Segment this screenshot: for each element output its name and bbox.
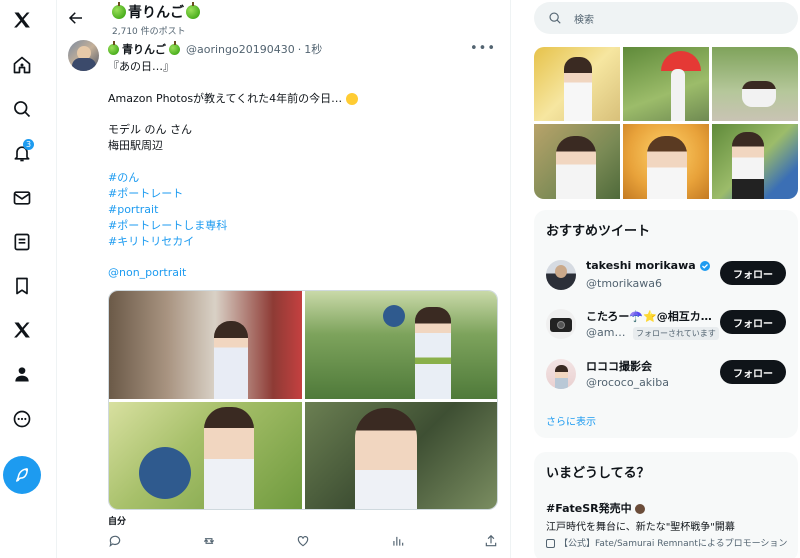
hashtag-link[interactable]: #ポートレート	[108, 186, 488, 202]
recommended-user[interactable]: takeshi morikawa @tmorikawa6 フォロー	[534, 254, 798, 300]
hashtag-link[interactable]: #portrait	[108, 202, 488, 218]
verified-badge-icon	[699, 260, 710, 271]
separator: ·	[297, 42, 302, 56]
tweet-actions	[101, 532, 501, 550]
avatar[interactable]	[68, 40, 99, 71]
recommended-user[interactable]: ロココ撮影会 @rococo_akiba フォロー	[534, 353, 798, 399]
divider	[510, 0, 511, 558]
show-more-link[interactable]: さらに表示	[546, 413, 596, 428]
left-nav: 3	[0, 0, 44, 558]
explore-icon[interactable]	[8, 95, 36, 123]
media-thumb[interactable]	[534, 47, 620, 121]
media-thumb[interactable]	[534, 124, 620, 199]
photo[interactable]	[109, 402, 302, 509]
follow-button[interactable]: フォロー	[720, 310, 786, 334]
recommended-title: おすすめツイート	[546, 224, 651, 239]
promoted-text: 【公式】Fate/Samurai Remnantによるプロモーション	[559, 539, 788, 549]
photo[interactable]	[305, 291, 497, 399]
tweet-author[interactable]: 青りんご @aoringo20190430 · 1秒	[108, 40, 323, 57]
notification-badge: 3	[23, 139, 34, 150]
reply-icon[interactable]	[106, 532, 124, 550]
follow-button[interactable]: フォロー	[720, 360, 786, 384]
recommended-user-handle: @am…	[586, 326, 626, 339]
tweet-line-text: Amazon Photosが教えてくれた4年前の今日…	[108, 92, 343, 105]
avatar[interactable]	[546, 359, 576, 389]
search-input[interactable]: 検索	[534, 2, 798, 34]
post-button[interactable]	[3, 456, 41, 494]
follows-you-badge: フォローされています	[633, 327, 719, 340]
media-thumb[interactable]	[623, 47, 709, 121]
avatar[interactable]	[546, 260, 576, 290]
search-icon	[549, 12, 561, 24]
green-apple-icon	[186, 2, 200, 19]
photo[interactable]	[109, 291, 302, 399]
green-apple-icon	[169, 40, 180, 55]
page-title: 青りんご	[112, 2, 200, 22]
trend-item[interactable]: #FateSR発売中	[546, 500, 646, 516]
hashtag-link[interactable]: #のん	[108, 170, 488, 186]
image-caption: 自分	[108, 517, 127, 527]
bookmarks-icon[interactable]	[8, 272, 36, 300]
premium-icon[interactable]	[8, 316, 36, 344]
like-icon[interactable]	[294, 532, 312, 550]
back-arrow-icon[interactable]	[67, 9, 85, 27]
home-icon[interactable]	[8, 51, 36, 79]
handle: @aoringo20190430	[186, 42, 295, 56]
display-name: 青りんご	[122, 43, 166, 56]
trend-description: 江戸時代を舞台に、新たな"聖杯戦争"開幕	[546, 522, 735, 533]
more-options-icon[interactable]: •••	[470, 41, 496, 56]
trend-promoted: 【公式】Fate/Samurai Remnantによるプロモーション	[546, 536, 787, 549]
post-count: 2,710 件のポスト	[112, 27, 186, 37]
timestamp: 1秒	[304, 43, 323, 56]
repost-icon[interactable]	[200, 532, 218, 550]
profile-media-grid	[534, 47, 798, 199]
notifications-icon[interactable]: 3	[8, 139, 36, 167]
recommended-user-handle: @tmorikawa6	[586, 277, 662, 290]
recommended-user-handle: @rococo_akiba	[586, 376, 669, 389]
more-icon[interactable]	[8, 405, 36, 433]
green-apple-icon	[108, 40, 119, 55]
profile-icon[interactable]	[8, 360, 36, 388]
media-grid	[108, 290, 498, 510]
recommended-user[interactable]: こたろー☂️⭐️@相互カ… @am… フォローされています フォロー	[534, 303, 798, 349]
page-title-text: 青りんご	[128, 5, 184, 21]
mention-link[interactable]: @non_portrait	[108, 265, 488, 281]
recommended-user-name: ロココ撮影会	[586, 360, 652, 373]
messages-icon[interactable]	[8, 184, 36, 212]
profile-header: 青りんご 2,710 件のポスト	[57, 0, 510, 38]
photo[interactable]	[305, 402, 497, 509]
follow-button[interactable]: フォロー	[720, 261, 786, 285]
main-column: 青りんご 2,710 件のポスト 青りんご @aoringo20190430 ·…	[57, 0, 510, 558]
views-icon[interactable]	[389, 532, 407, 550]
search-placeholder: 検索	[574, 14, 594, 26]
character-emoji-icon	[635, 504, 646, 514]
feather-icon	[16, 468, 28, 482]
share-icon[interactable]	[482, 532, 500, 550]
recommended-user-name: takeshi morikawa	[586, 259, 711, 272]
recommended-user-name: こたろー☂️⭐️@相互カ…	[586, 310, 712, 323]
trends-title: いまどうしてる？	[546, 466, 650, 481]
green-apple-icon	[112, 2, 126, 19]
media-thumb[interactable]	[712, 47, 798, 121]
tweet-line: 梅田駅周辺	[108, 139, 163, 152]
promoted-icon	[546, 539, 555, 548]
recommended-tweets-card: おすすめツイート takeshi morikawa @tmorikawa6 フォ…	[534, 210, 798, 438]
tweet-line: 『あの日…』	[108, 60, 174, 73]
lists-icon[interactable]	[8, 228, 36, 256]
tweet-line: モデル のん さん	[108, 123, 192, 136]
smile-emoji-icon	[345, 93, 358, 105]
avatar[interactable]	[546, 309, 576, 339]
tweet-line: Amazon Photosが教えてくれた4年前の今日…	[108, 91, 488, 107]
user-name-text: takeshi morikawa	[586, 259, 696, 272]
x-logo-icon[interactable]	[8, 6, 36, 34]
media-thumb[interactable]	[712, 124, 798, 199]
trends-card: いまどうしてる？ #FateSR発売中 江戸時代を舞台に、新たな"聖杯戦争"開幕…	[534, 452, 798, 558]
hashtag-link[interactable]: #ポートレートしま専科	[108, 218, 488, 234]
right-sidebar: 検索 おすすめツイート takeshi morikawa @tmorikawa6…	[522, 0, 800, 558]
hashtag-link[interactable]: #キリトリセカイ	[108, 234, 488, 250]
trend-tag-text: #FateSR発売中	[546, 502, 632, 515]
media-thumb[interactable]	[623, 124, 709, 199]
